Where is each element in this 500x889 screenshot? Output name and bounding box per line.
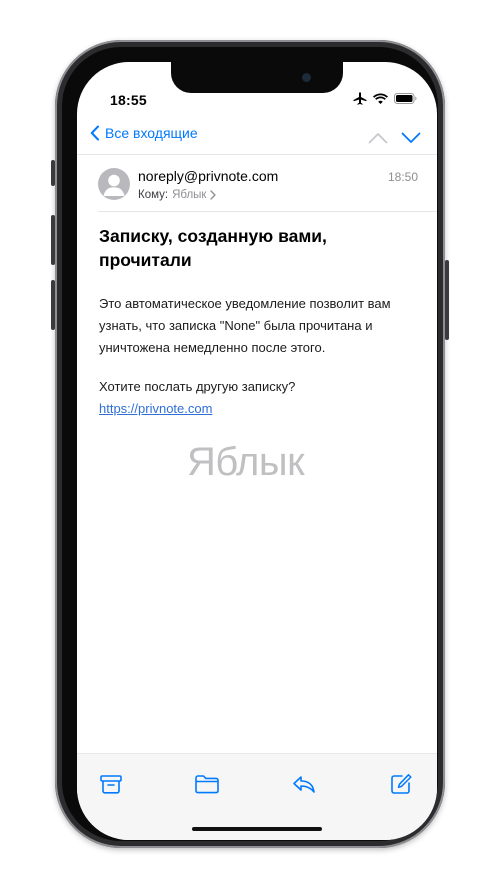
recipient-name: Яблык xyxy=(172,189,207,201)
reply-button[interactable] xyxy=(291,773,317,800)
bezel: 18:55 Все входящие noreply@privnote.com … xyxy=(62,47,438,841)
status-icons xyxy=(353,92,417,105)
nav-divider xyxy=(77,154,437,155)
volume-down-button xyxy=(51,280,55,330)
header-divider xyxy=(98,211,437,212)
compose-button[interactable] xyxy=(389,773,413,800)
privnote-link[interactable]: https://privnote.com xyxy=(99,401,212,416)
compose-icon xyxy=(391,774,412,794)
previous-message-button[interactable] xyxy=(368,131,388,149)
mute-switch xyxy=(51,160,55,186)
battery-icon xyxy=(394,93,417,104)
back-label: Все входящие xyxy=(105,125,198,141)
archive-button[interactable] xyxy=(99,773,123,800)
volume-up-button xyxy=(51,215,55,265)
nav-bar: Все входящие xyxy=(77,125,437,151)
next-message-button[interactable] xyxy=(401,131,421,149)
chevron-down-icon xyxy=(401,132,421,143)
chevron-right-icon xyxy=(210,190,217,200)
notch xyxy=(171,62,343,93)
watermark: Яблык xyxy=(187,440,305,484)
move-to-folder-button[interactable] xyxy=(194,773,220,800)
airplane-icon xyxy=(353,92,367,105)
bottom-toolbar xyxy=(77,753,437,840)
person-icon xyxy=(103,174,125,196)
archive-icon xyxy=(100,775,122,794)
body-paragraph: Это автоматическое уведомление позволит … xyxy=(99,296,391,355)
screen: 18:55 Все входящие noreply@privnote.com … xyxy=(77,62,437,840)
home-indicator[interactable] xyxy=(192,827,322,831)
message-header: noreply@privnote.com Кому: Яблык 18:50 xyxy=(98,166,418,206)
folder-icon xyxy=(195,775,219,794)
sent-time: 18:50 xyxy=(387,170,418,184)
reply-icon xyxy=(293,776,315,793)
body-paragraph: Хотите послать другую записку? xyxy=(99,379,296,394)
message-subject: Записку, созданную вами, прочитали xyxy=(99,226,327,270)
chevron-left-icon xyxy=(90,125,99,141)
avatar[interactable] xyxy=(98,168,130,200)
to-label: Кому: xyxy=(138,189,169,201)
chevron-up-icon xyxy=(368,133,388,144)
back-button[interactable]: Все входящие xyxy=(90,125,198,141)
camera xyxy=(302,73,311,82)
sender-address[interactable]: noreply@privnote.com xyxy=(138,168,278,184)
wifi-icon xyxy=(373,93,388,104)
message-body: Это автоматическое уведомление позволит … xyxy=(99,293,421,420)
status-time: 18:55 xyxy=(110,92,147,108)
power-button xyxy=(445,260,449,340)
phone-frame: 18:55 Все входящие noreply@privnote.com … xyxy=(51,40,449,848)
recipients-line[interactable]: Кому: Яблык xyxy=(138,189,217,201)
